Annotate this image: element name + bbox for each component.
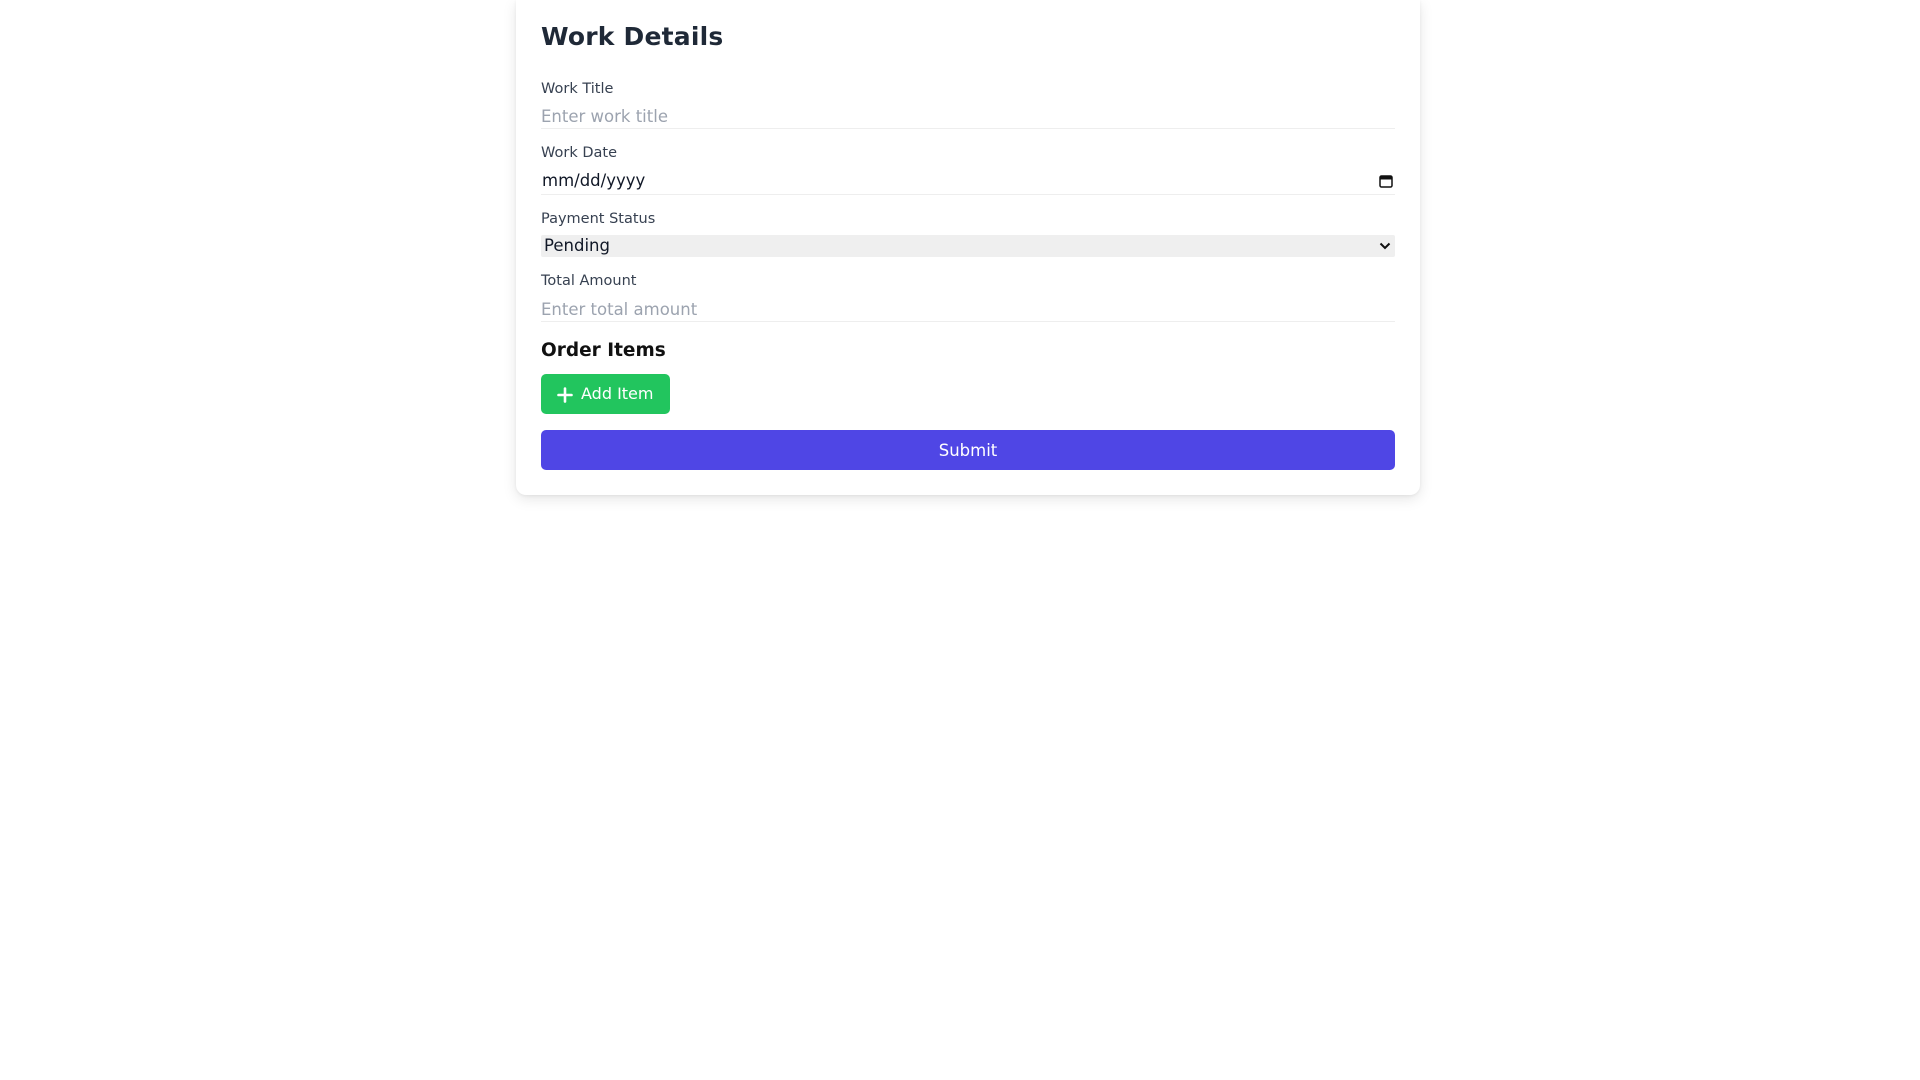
- add-item-button[interactable]: Add Item: [541, 374, 670, 414]
- calendar-icon[interactable]: [1379, 174, 1393, 188]
- chevron-down-icon: [1379, 242, 1391, 250]
- total-amount-input[interactable]: [541, 297, 1395, 322]
- plus-icon: [557, 387, 573, 403]
- work-date-value: mm/dd/yyyy: [542, 171, 646, 190]
- total-amount-label: Total Amount: [541, 273, 637, 289]
- submit-button[interactable]: Submit: [541, 430, 1395, 470]
- payment-status-value: Pending: [544, 236, 610, 255]
- work-title-label: Work Title: [541, 81, 614, 97]
- work-date-label: Work Date: [541, 145, 617, 161]
- page-title: Work Details: [541, 22, 724, 51]
- order-items-title: Order Items: [541, 340, 666, 361]
- add-item-label: Add Item: [581, 384, 654, 403]
- payment-status-select[interactable]: Pending: [541, 235, 1395, 257]
- work-details-card: Work Details Work Title Work Date mm/dd/…: [516, 0, 1420, 495]
- work-title-input[interactable]: [541, 104, 1395, 129]
- payment-status-label: Payment Status: [541, 211, 656, 227]
- work-date-input[interactable]: mm/dd/yyyy: [541, 169, 1395, 195]
